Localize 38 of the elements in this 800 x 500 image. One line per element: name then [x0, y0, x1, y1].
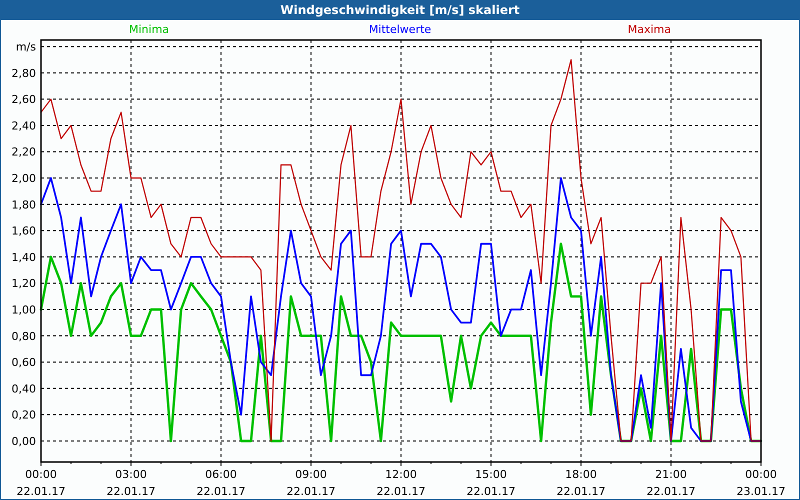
x-date-label: 22.01.17	[466, 485, 516, 498]
y-tick-label: 2,20	[12, 146, 36, 159]
y-tick-label: 1,60	[12, 224, 36, 238]
y-tick-label: 2,60	[12, 93, 36, 106]
x-date-label: 23.01.17	[736, 485, 786, 498]
legend-label: Maxima	[628, 22, 671, 36]
x-date-label: 22.01.17	[376, 485, 426, 498]
y-tick-label: 2,80	[12, 66, 36, 80]
y-tick-label: 1,20	[12, 277, 36, 290]
y-tick-label: 0,20	[12, 408, 36, 422]
x-date-label: 22.01.17	[286, 485, 336, 498]
window-title: Windgeschwindigkeit [m/s] skaliert	[1, 0, 799, 20]
legend-label: Mittelwerte	[368, 22, 432, 36]
x-date-label: 22.01.17	[196, 485, 246, 498]
y-tick-label: 2,40	[12, 119, 36, 132]
y-tick-label: 1,00	[12, 304, 36, 316]
x-tick-label: 12:00	[385, 468, 417, 481]
y-axis-unit: m/s	[16, 40, 36, 54]
y-tick-label: 0,60	[12, 356, 36, 370]
x-tick-label: 18:00	[565, 468, 597, 481]
y-tick-label: 0,40	[12, 382, 36, 396]
y-tick-label: 1,80	[12, 198, 36, 212]
y-tick-label: 0,80	[12, 330, 36, 343]
x-tick-label: 09:00	[295, 468, 327, 481]
y-tick-label: 1,40	[12, 250, 36, 264]
x-tick-label: 00:00	[745, 468, 777, 481]
y-tick-label: 2,00	[12, 172, 36, 186]
x-tick-label: 03:00	[115, 468, 147, 481]
x-date-label: 22.01.17	[556, 485, 606, 498]
x-date-label: 22.01.17	[106, 485, 156, 498]
legend-label: Minima	[129, 22, 170, 36]
x-tick-label: 06:00	[205, 468, 237, 481]
x-date-label: 22.01.17	[16, 485, 66, 498]
x-tick-label: 00:00	[25, 468, 57, 481]
x-date-label: 22.01.17	[646, 485, 696, 498]
x-tick-label: 15:00	[475, 468, 507, 481]
y-tick-label: 0,00	[12, 434, 36, 448]
x-tick-label: 21:00	[655, 468, 687, 481]
